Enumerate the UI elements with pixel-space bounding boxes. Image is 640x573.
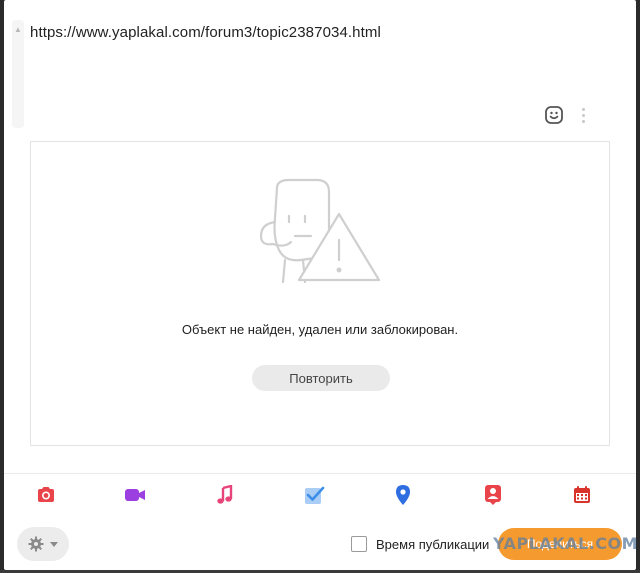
smiley-icon — [545, 106, 563, 124]
text-scrollbar[interactable]: ▲ — [12, 20, 24, 128]
schedule-checkbox[interactable] — [351, 536, 367, 552]
toolbar-divider — [4, 473, 636, 474]
not-found-illustration-icon — [259, 178, 381, 284]
poll-icon — [304, 486, 325, 504]
retry-button[interactable]: Повторить — [252, 365, 390, 391]
scroll-up-arrow-icon[interactable]: ▲ — [12, 24, 24, 36]
error-message: Объект не найден, удален или заблокирова… — [181, 322, 459, 337]
post-text-input[interactable]: https://www.yaplakal.com/forum3/topic238… — [30, 24, 381, 41]
video-icon — [125, 489, 146, 501]
attachment-toolbar — [34, 483, 594, 507]
add-poll-button[interactable] — [302, 483, 326, 507]
add-contact-button[interactable] — [481, 483, 505, 507]
music-icon — [216, 485, 232, 504]
camera-icon — [38, 487, 54, 502]
add-location-button[interactable] — [391, 483, 415, 507]
dot-icon — [581, 113, 585, 117]
calendar-icon — [573, 486, 590, 503]
dot-icon — [581, 119, 585, 123]
emoji-button[interactable] — [544, 105, 564, 125]
add-photo-button[interactable] — [34, 483, 58, 507]
link-preview-box: Объект не найден, удален или заблокирова… — [30, 141, 610, 446]
schedule-label: Время публикации — [376, 537, 490, 552]
post-settings-button[interactable] — [17, 527, 69, 561]
dot-icon — [581, 107, 585, 111]
post-editor-window: ▲ https://www.yaplakal.com/forum3/topic2… — [4, 0, 636, 570]
more-options-button[interactable] — [576, 105, 590, 125]
add-event-button[interactable] — [570, 483, 594, 507]
chevron-down-icon — [50, 541, 58, 547]
contact-icon — [484, 485, 501, 505]
add-music-button[interactable] — [213, 483, 237, 507]
gear-icon — [28, 536, 44, 552]
location-icon — [396, 485, 411, 505]
add-video-button[interactable] — [123, 483, 147, 507]
publish-button[interactable]: Поделиться — [498, 528, 622, 560]
